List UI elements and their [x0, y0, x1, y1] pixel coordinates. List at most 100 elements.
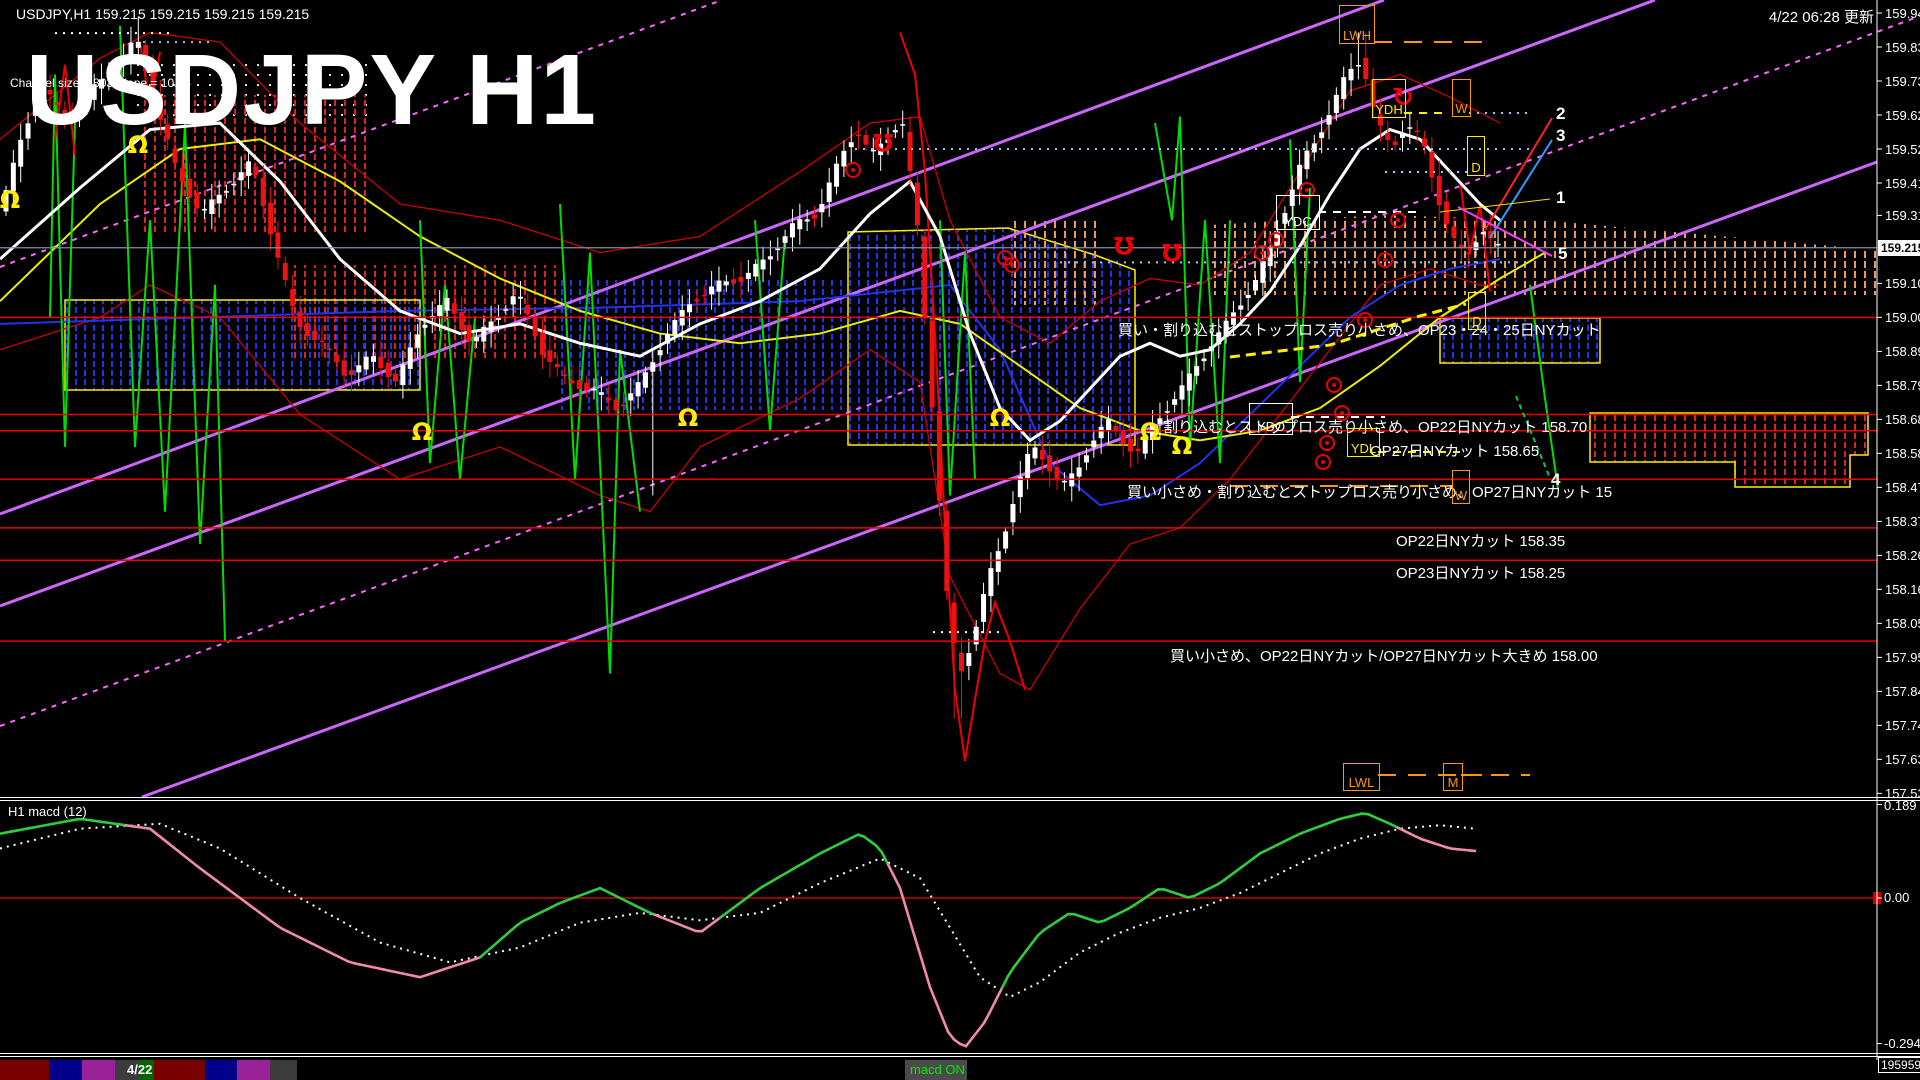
candle-body: [1459, 245, 1464, 247]
candle-body: [422, 325, 427, 328]
candle-body: [195, 193, 200, 209]
candle-body: [1091, 441, 1096, 448]
candle-body: [1393, 141, 1398, 145]
candle-body: [614, 400, 619, 411]
axis-tick-label: 159.000: [1885, 310, 1920, 325]
macd-on-toggle[interactable]: macd ON: [910, 1062, 965, 1077]
axis-tick-label: 158.580: [1885, 446, 1920, 461]
entry-mark-dot-icon: [1260, 251, 1264, 255]
candle-body: [1304, 151, 1309, 170]
candle-body: [187, 179, 192, 198]
candle-body: [386, 363, 391, 377]
candle-body: [320, 341, 325, 343]
macd-line-segment: [1020, 951, 1026, 959]
session-bar-segment[interactable]: [154, 1060, 205, 1080]
level-marker-m[interactable]: M: [1443, 763, 1463, 791]
session-date-label: 4/22: [127, 1062, 152, 1077]
candle-body: [378, 357, 383, 369]
candle-body: [966, 653, 971, 666]
level-marker-lwh[interactable]: LWH: [1339, 5, 1375, 44]
candle-body: [1010, 504, 1015, 522]
panel-separator[interactable]: [0, 797, 1920, 798]
candle-body: [812, 215, 817, 219]
candle-body: [1062, 481, 1067, 483]
session-bar-segment[interactable]: [0, 1060, 49, 1080]
session-bar-segment[interactable]: [237, 1060, 270, 1080]
candle-body: [1121, 431, 1126, 444]
candle-body: [334, 355, 339, 362]
candle-body: [437, 305, 442, 316]
axis-tick-label: 159.940: [1885, 6, 1920, 21]
axis-tick-label: 158.685: [1885, 412, 1920, 427]
candle-body: [231, 184, 236, 186]
candle-body: [1238, 305, 1243, 309]
sell-signal-omega-icon: Ω: [873, 128, 893, 156]
level-marker-d[interactable]: D: [1468, 292, 1486, 330]
panel-separator[interactable]: [0, 800, 1920, 801]
candle-body: [577, 380, 582, 389]
level-marker-w[interactable]: W: [1452, 470, 1470, 504]
candle-body: [988, 568, 993, 596]
level-marker-ydo[interactable]: YDO: [1249, 403, 1293, 435]
candle-body: [1341, 77, 1346, 99]
candle-body: [1165, 411, 1170, 413]
candle-body: [408, 348, 413, 369]
channel-info-label: Channel size = 803 Slope = 10.14: [10, 76, 191, 90]
macd-line-segment: [990, 1000, 996, 1012]
candle-body: [915, 183, 920, 226]
candle-body: [290, 289, 295, 306]
entry-mark-dot-icon: [1396, 218, 1400, 222]
macd-line-segment: [942, 1017, 948, 1032]
chart-canvas[interactable]: ΩΩΩΩΩΩΩΩΩΩ↻: [0, 0, 1920, 1080]
candle-body: [1099, 427, 1104, 438]
macd-line-segment: [912, 928, 918, 948]
candle-body: [1422, 138, 1427, 146]
macd-line-segment: [1002, 976, 1008, 988]
candle-body: [944, 511, 949, 591]
price-axis: [1877, 0, 1882, 1080]
candle-body: [937, 411, 942, 500]
macd-panel-plot: [0, 814, 1881, 1047]
axis-tick-label: 159.315: [1885, 208, 1920, 223]
candle-body: [996, 551, 1001, 572]
candle-body: [239, 172, 244, 180]
axis-tick-label: 159.415: [1885, 176, 1920, 191]
candle-body: [702, 295, 707, 297]
session-bar-segment[interactable]: [49, 1060, 82, 1080]
op-annotation-text: 買い小さめ・割り込むとストップロス売り小さめ、OP27日NYカット 15: [1127, 481, 1612, 502]
candle-body: [863, 135, 868, 145]
axis-tick-label: 159.835: [1885, 40, 1920, 55]
candle-body: [628, 393, 633, 400]
op-annotation-text: 買い・割り込むとストップロス売り小さめ、OP23・24・25日NYカット: [1118, 319, 1601, 340]
macd-line-segment: [978, 1023, 984, 1031]
candle-body: [761, 260, 766, 270]
level-marker-d[interactable]: D: [1467, 136, 1485, 176]
candle-body: [356, 365, 361, 372]
candle-body: [173, 148, 178, 163]
candle-body: [400, 364, 405, 385]
candle-body: [217, 195, 222, 204]
entry-mark-dot-icon: [1010, 263, 1014, 267]
macd-max-label: 0.189: [1884, 798, 1917, 813]
macd-line-segment: [984, 1012, 990, 1023]
level-marker-lwl[interactable]: LWL: [1343, 763, 1380, 791]
candle-body: [569, 380, 574, 383]
candle-body: [1312, 143, 1317, 152]
session-bar-segment[interactable]: [82, 1060, 115, 1080]
candle-body: [481, 327, 486, 342]
level-marker-w[interactable]: W: [1452, 79, 1471, 117]
last-updated-timestamp: 4/22 06:28 更新: [1769, 6, 1874, 27]
bar-counter: 195959: [1878, 1057, 1920, 1073]
level-marker-ydh[interactable]: YDH: [1372, 79, 1406, 118]
candle-body: [1349, 69, 1354, 80]
candle-body: [1246, 295, 1251, 298]
session-bar-segment[interactable]: [205, 1060, 237, 1080]
candle-body: [1077, 467, 1082, 476]
level-marker-ydc[interactable]: YDC: [1276, 195, 1320, 230]
candle-body: [1033, 448, 1038, 459]
candle-body: [834, 164, 839, 187]
entry-mark-dot-icon: [1305, 188, 1309, 192]
session-bar-segment[interactable]: [270, 1060, 297, 1080]
candle-body: [1253, 280, 1258, 291]
level-marker-ydl[interactable]: YDL: [1347, 428, 1380, 457]
